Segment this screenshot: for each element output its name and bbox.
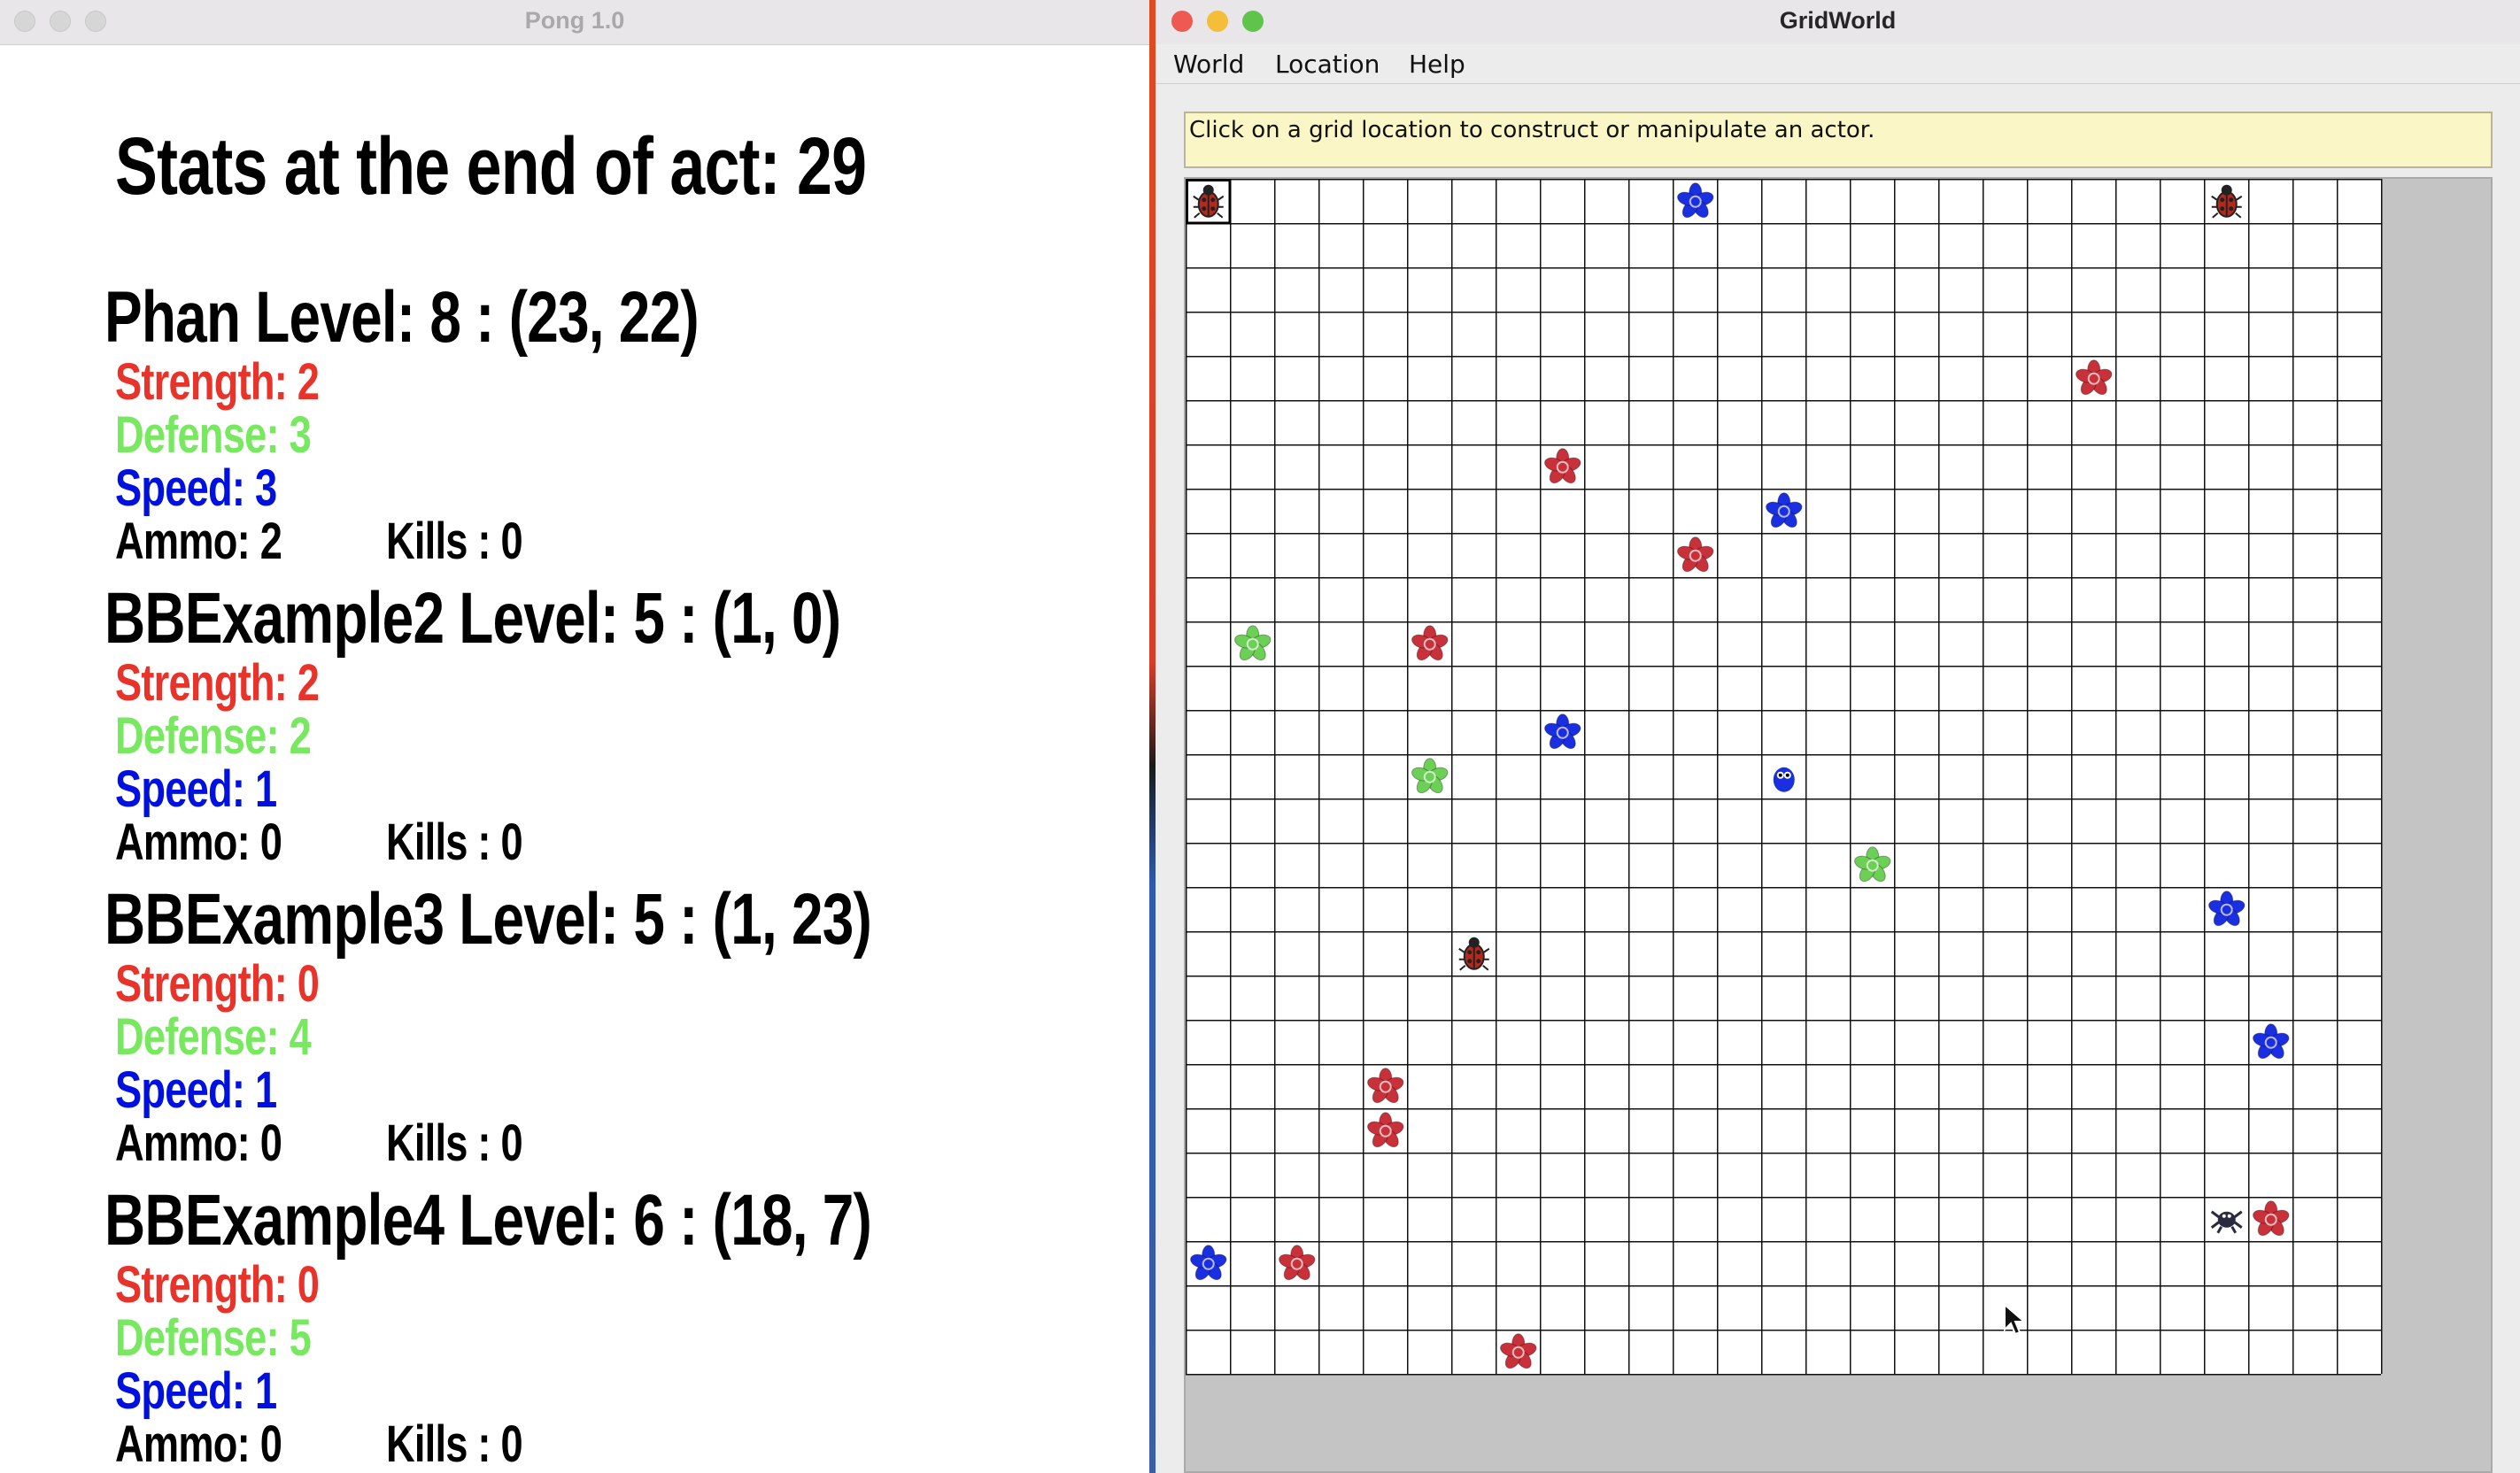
player-header: Phan Level: 8 : (23, 22) bbox=[104, 277, 700, 358]
flower-center bbox=[1777, 505, 1790, 518]
window-title: GridWorld bbox=[1779, 7, 1897, 34]
bug-spot bbox=[1202, 206, 1207, 212]
player-defense: Defense: 5 bbox=[115, 1309, 312, 1367]
flower-center bbox=[2264, 1036, 2277, 1049]
flower-center bbox=[1556, 726, 1569, 739]
flower-center bbox=[1202, 1257, 1215, 1270]
player-ammo: Ammo: 2 bbox=[115, 513, 282, 570]
flower-center bbox=[1290, 1257, 1303, 1270]
flower-center bbox=[1866, 859, 1879, 872]
critter-pupil bbox=[1778, 773, 1782, 777]
stats-heading: Stats at the end of act: 29 bbox=[115, 121, 867, 212]
bug-head bbox=[1468, 937, 1480, 948]
flower-center bbox=[2087, 372, 2100, 385]
bug-spot bbox=[1202, 197, 1207, 203]
player-strength: Strength: 2 bbox=[115, 654, 320, 712]
gridworld-window: GridWorld World Location Help Click on a… bbox=[1156, 0, 2520, 1473]
pong-window: Pong 1.0 Stats at the end of act: 29 Pha… bbox=[0, 0, 1149, 1473]
flower-center bbox=[1511, 1346, 1525, 1359]
flower-center bbox=[1423, 770, 1436, 783]
player-speed: Speed: 1 bbox=[115, 1061, 277, 1119]
player-strength: Strength: 0 bbox=[115, 955, 320, 1013]
crab-eye bbox=[2222, 1214, 2226, 1218]
menu-bar: World Location Help bbox=[1156, 44, 2520, 84]
world-grid[interactable] bbox=[1186, 179, 2383, 1376]
bug-head bbox=[2221, 184, 2232, 196]
bug-spot bbox=[1210, 197, 1216, 203]
bug-spot bbox=[1476, 950, 1481, 955]
flower-center bbox=[1423, 637, 1436, 651]
bug-spot bbox=[1467, 950, 1473, 955]
flower-center bbox=[1379, 1124, 1392, 1138]
flower-center bbox=[1246, 637, 1259, 651]
player-kills: Kills : 0 bbox=[386, 1415, 523, 1473]
bug-spot bbox=[1210, 206, 1216, 212]
stats-panel: Stats at the end of act: 29 Phan Level: … bbox=[0, 44, 1149, 1473]
menu-location[interactable]: Location bbox=[1275, 50, 1380, 79]
menu-help[interactable]: Help bbox=[1409, 50, 1465, 79]
player-speed: Speed: 3 bbox=[115, 459, 277, 517]
menu-world[interactable]: World bbox=[1173, 50, 1244, 79]
player-defense: Defense: 3 bbox=[115, 406, 312, 464]
player-speed: Speed: 1 bbox=[115, 760, 277, 818]
bug-spot bbox=[1476, 959, 1481, 964]
flower-center bbox=[1556, 460, 1569, 474]
player-kills: Kills : 0 bbox=[386, 814, 523, 871]
bug-spot bbox=[2229, 206, 2234, 212]
player-strength: Strength: 0 bbox=[115, 1256, 320, 1314]
player-speed: Speed: 1 bbox=[115, 1362, 277, 1420]
player-defense: Defense: 2 bbox=[115, 707, 312, 765]
player-kills: Kills : 0 bbox=[386, 513, 523, 570]
flower-center bbox=[1689, 549, 1702, 562]
flower-center bbox=[1379, 1080, 1392, 1093]
pong-titlebar[interactable]: Pong 1.0 bbox=[0, 0, 1149, 45]
player-defense: Defense: 4 bbox=[115, 1008, 312, 1066]
player-strength: Strength: 2 bbox=[115, 353, 320, 411]
player-ammo: Ammo: 0 bbox=[115, 1415, 282, 1473]
crab-body bbox=[2217, 1211, 2236, 1228]
flower-center bbox=[2220, 903, 2233, 916]
player-ammo: Ammo: 0 bbox=[115, 1114, 282, 1172]
player-kills: Kills : 0 bbox=[386, 1114, 523, 1172]
player-header: BBExample4 Level: 6 : (18, 7) bbox=[104, 1180, 872, 1261]
critter-body bbox=[1773, 767, 1795, 792]
window-divider bbox=[1149, 0, 1156, 1473]
player-ammo: Ammo: 0 bbox=[115, 814, 282, 871]
mouse-cursor-icon bbox=[2004, 1303, 2027, 1336]
bug-spot bbox=[2220, 197, 2225, 203]
player-header: BBExample2 Level: 5 : (1, 0) bbox=[104, 578, 841, 659]
gridworld-titlebar[interactable]: GridWorld bbox=[1156, 0, 2520, 45]
bug-spot bbox=[2220, 206, 2225, 212]
critter-icon[interactable] bbox=[1773, 767, 1795, 792]
player-header: BBExample3 Level: 5 : (1, 23) bbox=[104, 879, 872, 960]
message-bar: Click on a grid location to construct or… bbox=[1184, 112, 2493, 168]
window-title: Pong 1.0 bbox=[524, 7, 625, 34]
bug-head bbox=[1202, 184, 1214, 196]
bug-spot bbox=[2229, 197, 2234, 203]
flower-center bbox=[1689, 195, 1702, 208]
crab-eye bbox=[2227, 1214, 2231, 1218]
critter-pupil bbox=[1785, 773, 1790, 777]
flower-center bbox=[2264, 1213, 2277, 1226]
bug-spot bbox=[1467, 959, 1473, 964]
